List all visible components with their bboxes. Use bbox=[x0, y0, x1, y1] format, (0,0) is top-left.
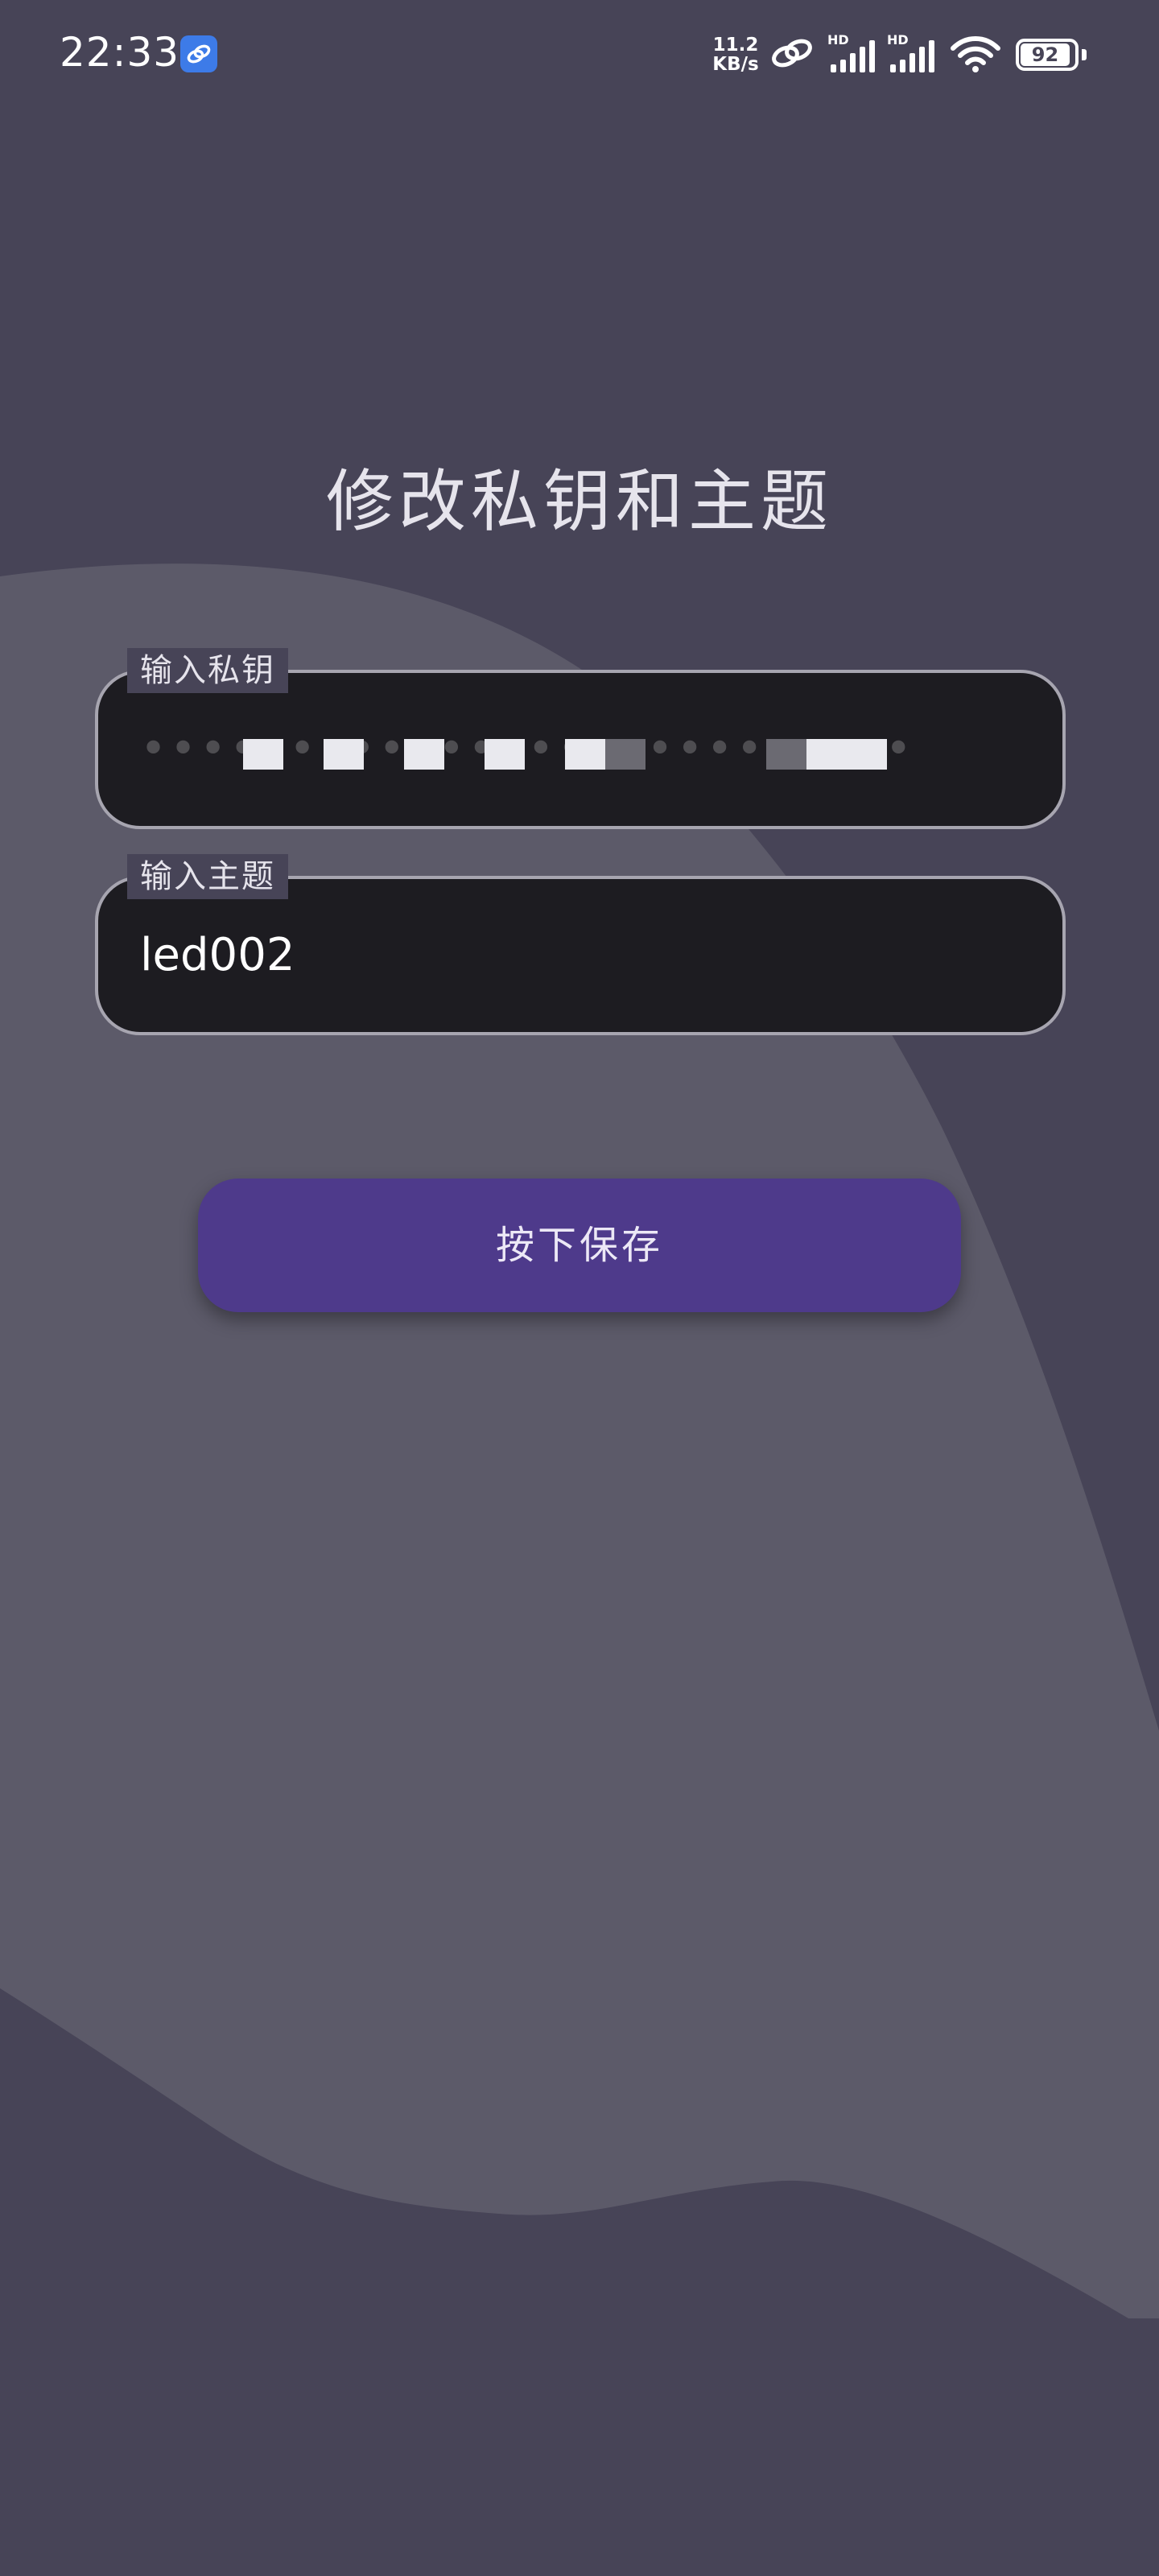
signal-icon bbox=[890, 40, 934, 72]
signal-icon bbox=[831, 40, 875, 72]
page-title: 修改私钥和主题 bbox=[325, 462, 833, 541]
network-speed-unit: KB/s bbox=[712, 54, 759, 75]
redaction-block bbox=[324, 739, 364, 770]
network-speed: 11.2 KB/s bbox=[710, 35, 761, 74]
status-bar: 22:33 11.2 KB/s HD HD 92 bbox=[0, 0, 1159, 113]
redaction-block bbox=[605, 739, 645, 770]
topic-value: led002 bbox=[140, 929, 295, 981]
link-icon bbox=[772, 39, 812, 68]
save-button[interactable]: 按下保存 bbox=[198, 1179, 961, 1312]
redaction-block bbox=[766, 739, 806, 770]
link-app-icon bbox=[180, 35, 217, 72]
topic-label: 输入主题 bbox=[127, 854, 288, 899]
redaction-block bbox=[565, 739, 605, 770]
redaction-block bbox=[404, 739, 444, 770]
status-time: 22:33 bbox=[60, 29, 180, 76]
wifi-icon bbox=[951, 36, 1000, 72]
redaction-block bbox=[485, 739, 525, 770]
private-key-input[interactable]: •••••••••••••••••••••••••• bbox=[95, 670, 1066, 829]
battery-level: 92 bbox=[1031, 43, 1059, 66]
redaction-block bbox=[243, 739, 283, 770]
redaction-block bbox=[806, 739, 887, 770]
network-speed-value: 11.2 bbox=[712, 35, 759, 56]
private-key-label: 输入私钥 bbox=[127, 648, 288, 693]
battery-icon: 92 bbox=[1016, 39, 1087, 71]
topic-input[interactable]: led002 bbox=[95, 876, 1066, 1035]
